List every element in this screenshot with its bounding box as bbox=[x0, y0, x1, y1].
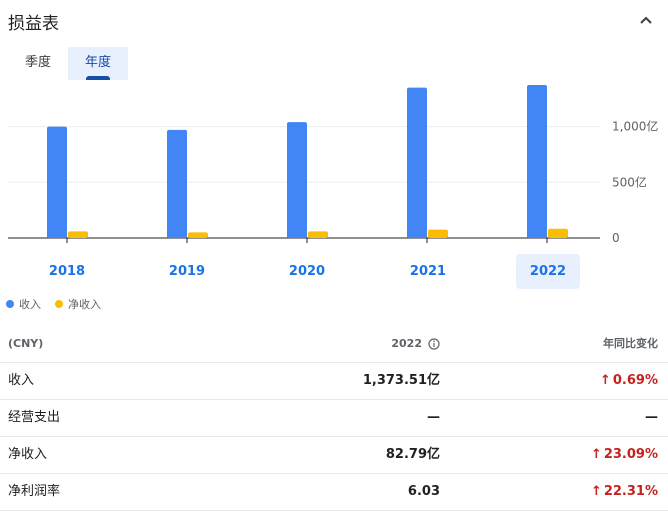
tab-annual-label: 年度 bbox=[84, 55, 111, 70]
row-value: — bbox=[427, 410, 440, 425]
table-row: 收入 1,373.51亿 ↑ 0.69% bbox=[0, 362, 668, 400]
table-row: 经营支出 — — bbox=[0, 399, 668, 437]
net-income-bar[interactable] bbox=[68, 231, 88, 238]
row-change-value: — bbox=[645, 410, 658, 425]
info-icon[interactable] bbox=[428, 337, 440, 350]
year-header: 2022 bbox=[391, 325, 440, 362]
row-change: ↑ 0.69% bbox=[600, 362, 658, 399]
arrow-up-icon: ↑ bbox=[590, 484, 602, 499]
table-header-row: (CNY) 2022 年同比变化 bbox=[0, 325, 668, 363]
year-button-2018[interactable]: 2018 bbox=[35, 254, 99, 289]
row-label: 净收入 bbox=[8, 447, 48, 462]
legend-revenue-dot bbox=[6, 300, 14, 308]
net-income-bar[interactable] bbox=[428, 229, 448, 238]
legend-net-income-dot bbox=[55, 300, 63, 308]
net-income-bar[interactable] bbox=[188, 232, 208, 238]
year-button-2021[interactable]: 2021 bbox=[396, 254, 460, 289]
chevron-up-icon[interactable] bbox=[636, 10, 656, 30]
legend-net-income-label: 净收入 bbox=[68, 298, 101, 311]
tab-annual[interactable]: 年度 bbox=[68, 47, 128, 80]
row-change: ↑ 23.09% bbox=[591, 436, 658, 473]
row-change-value: 0.69% bbox=[612, 373, 658, 388]
section-title: 损益表 bbox=[8, 14, 59, 34]
chart-svg: 0 500亿 1,000亿 bbox=[8, 84, 658, 245]
yoy-header: 年同比变化 bbox=[603, 337, 658, 350]
revenue-bar[interactable] bbox=[407, 87, 427, 238]
revenue-bar[interactable] bbox=[287, 122, 307, 238]
revenue-bar[interactable] bbox=[47, 126, 67, 238]
chart-legend: 收入 净收入 bbox=[6, 296, 115, 312]
row-label: 收入 bbox=[8, 373, 35, 388]
table-row: 净利润率 6.03 ↑ 22.31% bbox=[0, 473, 668, 511]
row-change-value: 22.31% bbox=[603, 484, 658, 499]
row-change-value: 23.09% bbox=[603, 447, 658, 462]
year-button-2022[interactable]: 2022 bbox=[516, 254, 580, 289]
currency-header: (CNY) bbox=[8, 337, 44, 350]
tab-quarterly[interactable]: 季度 bbox=[8, 47, 68, 80]
year-button-2020[interactable]: 2020 bbox=[275, 254, 339, 289]
table-row: 净收入 82.79亿 ↑ 23.09% bbox=[0, 436, 668, 474]
revenue-bar[interactable] bbox=[527, 84, 547, 238]
year-button-2019[interactable]: 2019 bbox=[155, 254, 219, 289]
row-change: ↑ 22.31% bbox=[591, 473, 658, 510]
row-label: 净利润率 bbox=[8, 484, 61, 499]
header: 损益表 bbox=[0, 0, 668, 40]
net-income-bar[interactable] bbox=[308, 231, 328, 238]
legend-net-income: 净收入 bbox=[55, 296, 101, 312]
arrow-up-icon: ↑ bbox=[599, 373, 611, 388]
row-value: 6.03 bbox=[407, 484, 440, 499]
year-header-label: 2022 bbox=[391, 337, 422, 350]
legend-revenue-label: 收入 bbox=[19, 298, 41, 311]
legend-revenue: 收入 bbox=[6, 296, 41, 312]
revenue-bar[interactable] bbox=[167, 129, 187, 238]
row-label: 经营支出 bbox=[8, 410, 61, 425]
row-value: 1,373.51亿 bbox=[362, 373, 440, 388]
y-tick-label: 1,000亿 bbox=[612, 119, 658, 134]
y-tick-label: 0 bbox=[612, 231, 620, 245]
row-change: — bbox=[645, 399, 658, 436]
y-tick-label: 500亿 bbox=[612, 174, 647, 189]
row-value: 82.79亿 bbox=[385, 447, 440, 462]
net-income-bar[interactable] bbox=[548, 228, 568, 238]
arrow-up-icon: ↑ bbox=[590, 447, 602, 462]
